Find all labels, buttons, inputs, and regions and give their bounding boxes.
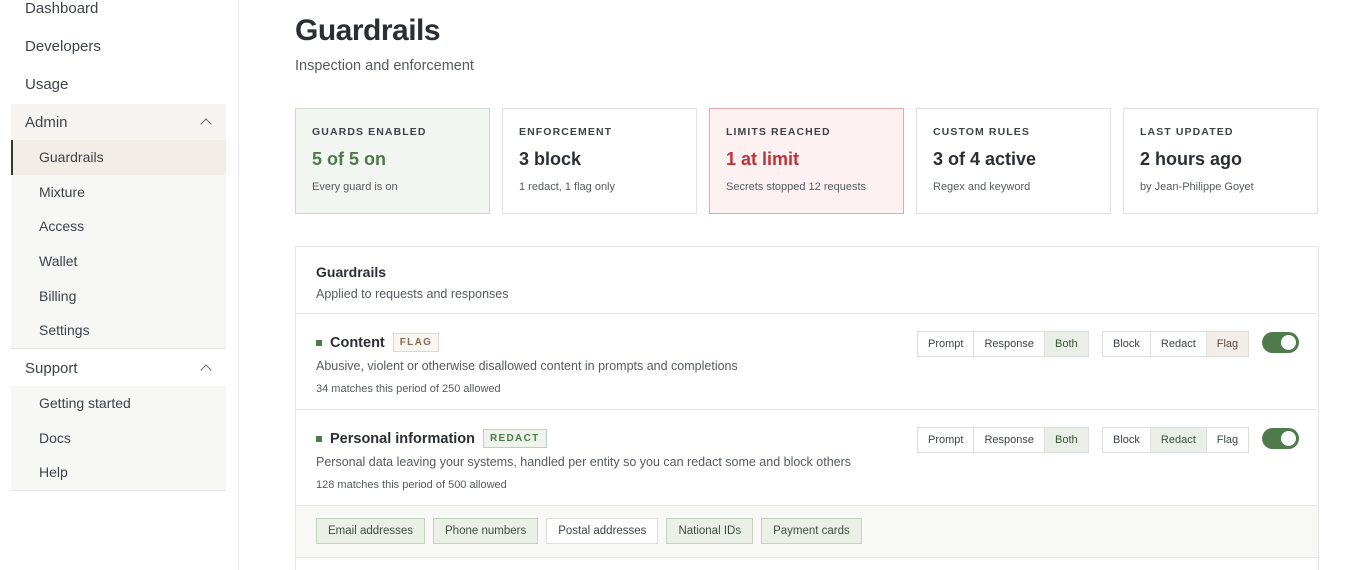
sidebar-item-settings[interactable]: Settings <box>11 313 226 348</box>
toggle-knob <box>1281 335 1296 350</box>
stat-label: LAST UPDATED <box>1140 126 1234 138</box>
sidebar-group-support-label: Support <box>25 359 78 377</box>
mode-badge: FLAG <box>392 333 440 352</box>
mode-option-flag[interactable]: Flag <box>1205 428 1249 452</box>
sidebar-item-guardrails[interactable]: Guardrails <box>11 140 226 175</box>
status-dot-icon <box>316 339 322 346</box>
panel-title: Guardrails <box>316 264 387 280</box>
stat-desc: Every guard is on <box>312 181 398 193</box>
panel-subtitle: Applied to requests and responses <box>316 287 509 301</box>
sidebar-item-docs[interactable]: Docs <box>11 421 226 456</box>
guardrail-name: Personal information <box>330 430 476 447</box>
page-title: Guardrails <box>295 14 441 47</box>
guardrail-name: Content <box>330 334 385 351</box>
stat-value: 5 of 5 on <box>312 149 387 169</box>
sidebar-item-billing[interactable]: Billing <box>11 278 226 313</box>
guardrail-description: Personal data leaving your systems, hand… <box>316 455 852 469</box>
mode-option-block[interactable]: Block <box>1103 428 1150 452</box>
guardrail-row-content: Content FLAG Abusive, violent or otherwi… <box>296 314 1318 410</box>
entity-chip-email-addresses[interactable]: Email addresses <box>316 518 426 544</box>
stat-card-custom-rules: CUSTOM RULES 3 of 4 active Regex and key… <box>916 108 1111 214</box>
mode-segmented-control: Block Redact Flag <box>1102 427 1250 453</box>
sidebar-item-getting-started[interactable]: Getting started <box>11 386 226 421</box>
chevron-up-icon <box>200 118 212 130</box>
chevron-up-icon <box>200 364 212 376</box>
sidebar-group-admin-header[interactable]: Admin <box>11 104 226 140</box>
scope-option-response[interactable]: Response <box>973 428 1045 452</box>
stat-label: GUARDS ENABLED <box>312 126 427 138</box>
panel-header: Guardrails Applied to requests and respo… <box>296 247 1318 314</box>
enable-toggle[interactable] <box>1262 332 1299 353</box>
guardrail-description: Abusive, violent or otherwise disallowed… <box>316 359 738 373</box>
entity-chip-phone-numbers[interactable]: Phone numbers <box>433 518 539 544</box>
sidebar-item-dashboard[interactable]: Dashboard <box>25 0 98 17</box>
guardrail-usage: 128 matches this period of 500 allowed <box>316 479 507 491</box>
scope-option-prompt[interactable]: Prompt <box>918 332 974 356</box>
mode-segmented-control: Block Redact Flag <box>1102 331 1250 357</box>
stat-label: LIMITS REACHED <box>726 126 831 138</box>
entity-chip-postal-addresses[interactable]: Postal addresses <box>546 518 659 544</box>
sidebar-item-mixture[interactable]: Mixture <box>11 175 226 210</box>
stat-value: 3 of 4 active <box>933 149 1037 169</box>
sidebar-item-developers[interactable]: Developers <box>25 38 101 55</box>
stat-card-enforcement: ENFORCEMENT 3 block 1 redact, 1 flag onl… <box>502 108 697 214</box>
sidebar-group-admin: Admin Guardrails Mixture Access Wallet B… <box>11 104 226 349</box>
scope-segmented-control: Prompt Response Both <box>917 331 1089 357</box>
stat-desc: Regex and keyword <box>933 181 1031 193</box>
scope-segmented-control: Prompt Response Both <box>917 427 1089 453</box>
stat-desc: 1 redact, 1 flag only <box>519 181 616 193</box>
mode-option-redact[interactable]: Redact <box>1149 428 1206 452</box>
stat-value: 1 at limit <box>726 149 800 169</box>
status-dot-icon <box>316 435 322 442</box>
enable-toggle[interactable] <box>1262 428 1299 449</box>
sidebar-group-support: Support Getting started Docs Help <box>11 350 226 491</box>
stat-label: ENFORCEMENT <box>519 126 613 138</box>
toggle-knob <box>1281 431 1296 446</box>
guardrail-row-personal-information: Personal information REDACT Personal dat… <box>296 410 1318 506</box>
stat-value: 2 hours ago <box>1140 149 1243 169</box>
stat-card-last-updated: LAST UPDATED 2 hours ago by Jean-Philipp… <box>1123 108 1318 214</box>
guardrail-usage: 34 matches this period of 250 allowed <box>316 383 501 395</box>
sidebar-item-usage[interactable]: Usage <box>25 76 68 93</box>
sidebar: Dashboard Developers Usage Admin Guardra… <box>0 0 239 570</box>
sidebar-item-help[interactable]: Help <box>11 455 226 490</box>
mode-badge: REDACT <box>483 429 547 448</box>
scope-option-both[interactable]: Both <box>1044 332 1088 356</box>
stats-row: GUARDS ENABLED 5 of 5 on Every guard is … <box>295 108 1318 214</box>
entity-chip-payment-cards[interactable]: Payment cards <box>761 518 862 544</box>
stat-card-guards-enabled: GUARDS ENABLED 5 of 5 on Every guard is … <box>295 108 490 214</box>
sidebar-item-wallet[interactable]: Wallet <box>11 244 226 279</box>
mode-option-flag[interactable]: Flag <box>1205 332 1249 356</box>
stat-label: CUSTOM RULES <box>933 126 1031 138</box>
stat-value: 3 block <box>519 149 582 169</box>
scope-option-response[interactable]: Response <box>973 332 1045 356</box>
stat-desc: by Jean-Philippe Goyet <box>1140 181 1254 193</box>
entity-chip-list: Email addresses Phone numbers Postal add… <box>296 506 1318 558</box>
entity-chip-national-ids[interactable]: National IDs <box>666 518 754 544</box>
stat-desc: Secrets stopped 12 requests <box>726 181 867 193</box>
scope-option-prompt[interactable]: Prompt <box>918 428 974 452</box>
mode-option-block[interactable]: Block <box>1103 332 1150 356</box>
mode-option-redact[interactable]: Redact <box>1149 332 1206 356</box>
guardrails-panel: Guardrails Applied to requests and respo… <box>295 246 1319 570</box>
sidebar-group-support-header[interactable]: Support <box>11 350 226 386</box>
scope-option-both[interactable]: Both <box>1044 428 1088 452</box>
stat-card-limits-reached: LIMITS REACHED 1 at limit Secrets stoppe… <box>709 108 904 214</box>
sidebar-item-access[interactable]: Access <box>11 209 226 244</box>
sidebar-group-admin-label: Admin <box>25 113 68 131</box>
page-subtitle: Inspection and enforcement <box>295 58 474 74</box>
